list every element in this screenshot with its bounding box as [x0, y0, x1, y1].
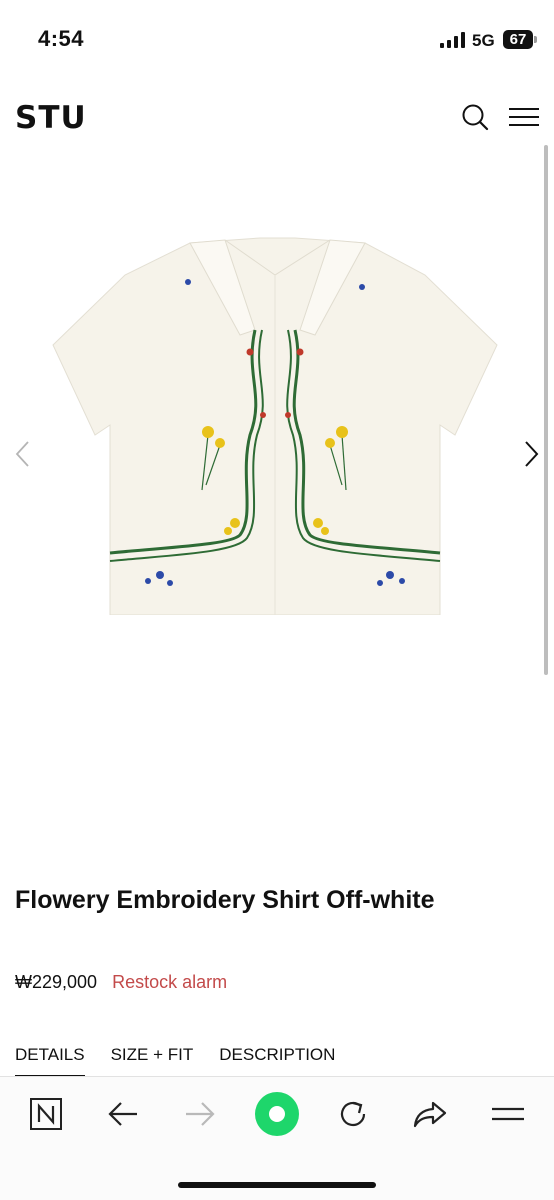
back-arrow-icon[interactable] — [103, 1096, 143, 1132]
product-title: Flowery Embroidery Shirt Off-white — [15, 886, 435, 914]
product-tabs: DETAILS SIZE + FIT DESCRIPTION — [15, 1045, 335, 1077]
tab-description[interactable]: DESCRIPTION — [219, 1045, 335, 1077]
product-image — [52, 237, 498, 615]
network-label: 5G — [472, 31, 495, 50]
chevron-left-icon[interactable] — [12, 440, 34, 468]
green-circle-icon[interactable] — [254, 1091, 300, 1137]
restock-alarm-link[interactable]: Restock alarm — [112, 972, 227, 992]
battery-tip — [534, 36, 537, 43]
product-gallery[interactable] — [0, 145, 554, 785]
page-scrollbar[interactable] — [544, 145, 548, 675]
signal-icon — [440, 32, 465, 48]
site-logo[interactable]: STU — [15, 100, 87, 136]
status-bar: 4:54 5G 67 — [0, 0, 554, 80]
hamburger-menu-icon[interactable] — [508, 106, 540, 128]
naver-n-icon[interactable] — [26, 1096, 66, 1132]
product-price: ₩229,000 — [15, 972, 98, 992]
home-indicator — [178, 1182, 376, 1188]
share-icon[interactable] — [410, 1096, 450, 1132]
tab-size-fit[interactable]: SIZE + FIT — [111, 1045, 194, 1077]
tab-details[interactable]: DETAILS — [15, 1045, 85, 1077]
search-icon[interactable] — [460, 102, 490, 132]
status-time: 4:54 — [38, 26, 85, 51]
forward-arrow-icon[interactable] — [180, 1096, 220, 1132]
battery-icon: 67 — [503, 30, 533, 49]
refresh-icon[interactable] — [333, 1096, 373, 1132]
price-row: ₩229,000 Restock alarm — [15, 972, 227, 993]
menu-lines-icon[interactable] — [488, 1096, 528, 1132]
chevron-right-icon[interactable] — [520, 440, 542, 468]
